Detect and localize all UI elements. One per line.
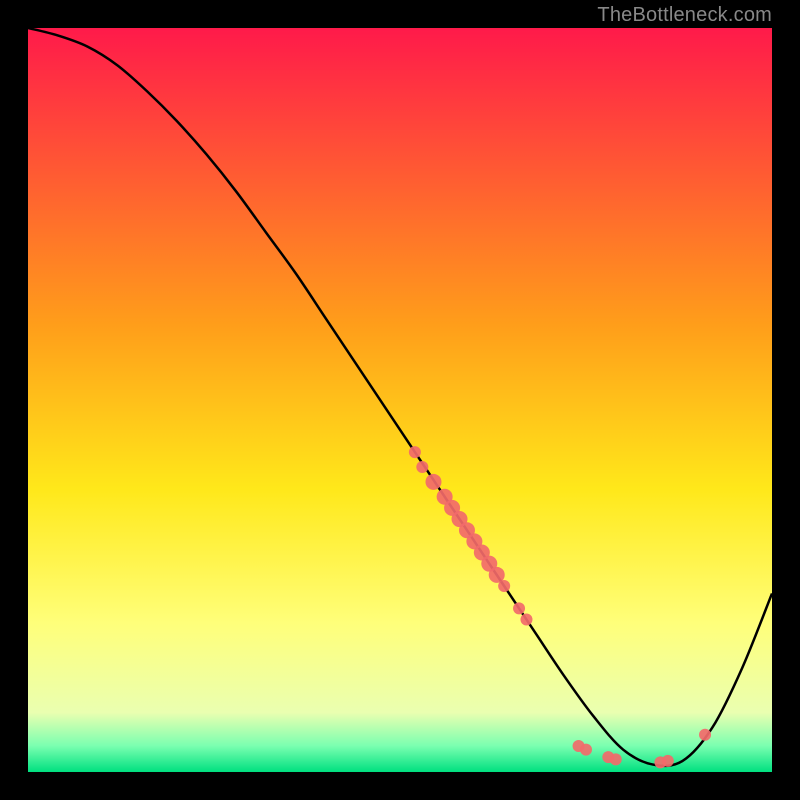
highlight-dot (416, 461, 428, 473)
gradient-background (28, 28, 772, 772)
highlight-dot (580, 744, 592, 756)
watermark-text: TheBottleneck.com (597, 4, 772, 27)
highlight-dot (409, 446, 421, 458)
highlight-dot (513, 602, 525, 614)
chart-svg (28, 28, 772, 772)
plot-area (28, 28, 772, 772)
highlight-dot (610, 753, 622, 765)
highlight-dot (498, 580, 510, 592)
highlight-dot (662, 755, 674, 767)
highlight-dot (699, 729, 711, 741)
chart-frame: TheBottleneck.com (0, 0, 800, 800)
highlight-dot (425, 474, 441, 490)
highlight-dot (520, 613, 532, 625)
